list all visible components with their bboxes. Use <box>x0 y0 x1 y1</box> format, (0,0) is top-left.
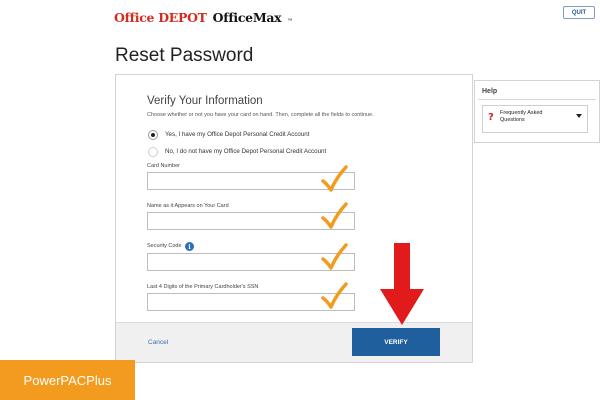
quit-button[interactable]: QUIT <box>563 6 595 19</box>
page-title: Reset Password <box>115 45 254 66</box>
ssn-last4-label: Last 4 Digits of the Primary Cardholder'… <box>147 284 259 290</box>
check-mark-icon <box>321 202 348 229</box>
help-title: Help <box>482 88 498 95</box>
help-divider <box>478 99 596 100</box>
name-on-card-label: Name as it Appears on Your Card <box>147 203 229 209</box>
chevron-down-icon[interactable] <box>576 114 582 118</box>
office-depot-officemax-logo: Office DEPOT OfficeMax ™ <box>114 10 292 25</box>
faq-label[interactable]: Frequently Asked Questions <box>500 110 568 124</box>
check-mark-icon <box>321 243 348 270</box>
security-code-label: Security Code <box>147 243 182 249</box>
cancel-link[interactable]: Cancel <box>148 339 168 346</box>
verify-button[interactable]: VERIFY <box>352 328 440 356</box>
radio-no-card[interactable] <box>148 147 158 157</box>
radio-has-card-label[interactable]: Yes, I have my Office Depot Personal Cre… <box>165 131 309 138</box>
question-mark-icon: ? <box>488 112 494 123</box>
logo-office-depot: Office DEPOT <box>114 10 207 25</box>
radio-has-card[interactable] <box>148 130 158 140</box>
brand-badge: PowerPACPlus <box>0 360 135 400</box>
check-mark-icon <box>321 282 348 309</box>
down-arrow-icon <box>380 243 424 325</box>
logo-trademark: ™ <box>287 18 293 24</box>
info-icon[interactable]: i <box>185 242 194 251</box>
check-mark-icon <box>321 165 348 192</box>
form-instructions: Choose whether or not you have your card… <box>147 112 374 118</box>
radio-no-card-label[interactable]: No, I do not have my Office Depot Person… <box>165 148 326 155</box>
card-number-label: Card Number <box>147 163 181 169</box>
logo-officemax: OfficeMax <box>212 10 282 25</box>
section-title: Verify Your Information <box>147 95 263 107</box>
